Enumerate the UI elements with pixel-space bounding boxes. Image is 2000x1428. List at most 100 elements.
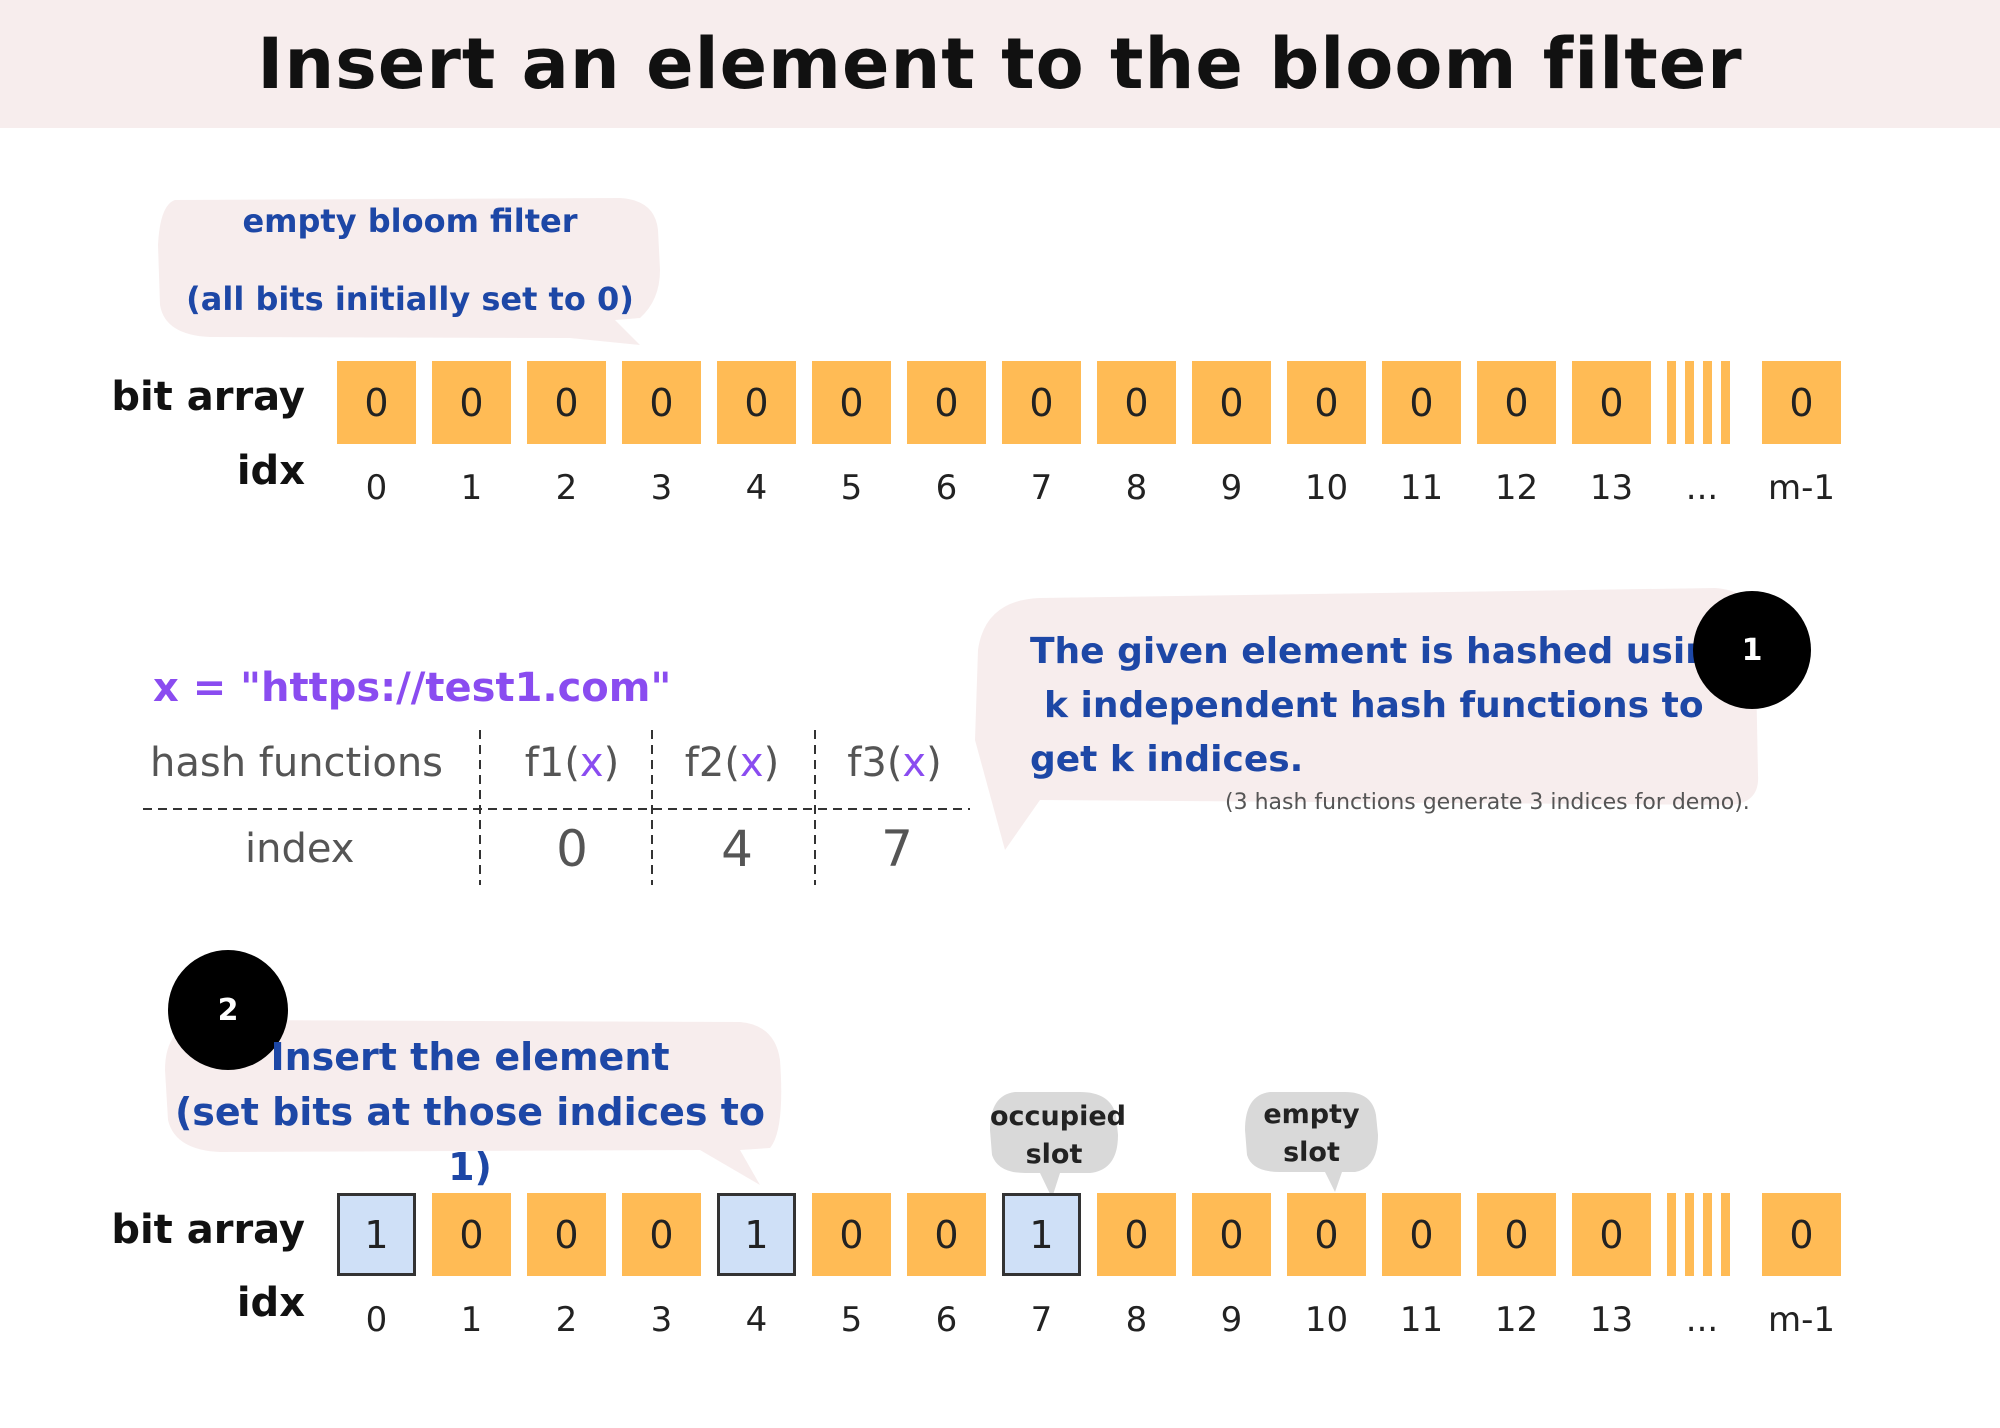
bit-cell: 0 — [432, 361, 511, 444]
bit-index-label: 5 — [840, 1300, 863, 1340]
element-expression: x = "https://test1.com" — [153, 665, 672, 711]
bit-index-label: 0 — [365, 468, 388, 508]
bit-cell: 0 — [1382, 1193, 1461, 1276]
bit-index-label: 10 — [1304, 1300, 1349, 1340]
occupied-slot-tag-line2: slot — [1025, 1139, 1083, 1170]
bit-index-label: 7 — [1030, 468, 1053, 508]
last-index-label: m-1 — [1767, 1300, 1836, 1340]
hash-fn-3-close: ) — [926, 740, 942, 786]
bit-index-label: 6 — [935, 468, 958, 508]
gap-stripe — [1667, 361, 1676, 444]
bit-cell: 0 — [1572, 361, 1651, 444]
hash-fn-1-open: ( — [564, 740, 580, 786]
gap-stripe — [1721, 361, 1730, 444]
hashing-explain-line1: The given element is hashed using — [1030, 631, 1737, 672]
bit-cell: 0 — [717, 361, 796, 444]
bit-index-label: 9 — [1220, 468, 1243, 508]
bit-index-label: 6 — [935, 1300, 958, 1340]
idx-label: idx — [236, 448, 305, 494]
bit-cell: 0 — [1002, 361, 1081, 444]
ellipsis-index-label: ... — [1685, 1300, 1719, 1340]
gap-stripe — [1703, 361, 1712, 444]
bit-index-label: 11 — [1399, 1300, 1444, 1340]
bit-index-label: 1 — [460, 1300, 483, 1340]
hashing-explain-line3: get k indices. — [1030, 739, 1304, 780]
hash-fn-3-name: f3 — [847, 740, 887, 786]
bit-cell: 1 — [717, 1193, 796, 1276]
insert-note-line2: (set bits at those indices to 1) — [174, 1090, 766, 1189]
bit-cell: 0 — [1287, 361, 1366, 444]
gap-stripe — [1685, 361, 1694, 444]
bit-cell: 0 — [527, 1193, 606, 1276]
gap-stripe — [1721, 1193, 1730, 1276]
last-bit-cell: 0 — [1762, 1193, 1841, 1276]
gap-stripe — [1667, 1193, 1676, 1276]
bit-index-label: 3 — [650, 468, 673, 508]
bit-index-label: 4 — [745, 468, 768, 508]
bit-cell: 0 — [527, 361, 606, 444]
bit-index-label: 3 — [650, 1300, 673, 1340]
bit-index-label: 12 — [1494, 468, 1539, 508]
bit-cell: 0 — [337, 361, 416, 444]
index-label: index — [245, 826, 355, 872]
hash-fn-3: f3(x) — [832, 740, 957, 786]
hash-fn-2: f2(x) — [672, 740, 792, 786]
bit-index-label: 13 — [1589, 1300, 1634, 1340]
bit-index-label: 13 — [1589, 468, 1634, 508]
bit-cell: 0 — [1572, 1193, 1651, 1276]
demo-note: (3 hash functions generate 3 indices for… — [1225, 790, 1750, 815]
bit-cell: 0 — [1192, 1193, 1271, 1276]
bit-index-label: 8 — [1125, 468, 1148, 508]
bit-cell: 0 — [812, 361, 891, 444]
last-index-label: m-1 — [1767, 468, 1836, 508]
occupied-slot-tag-line1: occupied — [990, 1101, 1127, 1132]
gap-stripe — [1685, 1193, 1694, 1276]
bit-index-label: 2 — [555, 468, 578, 508]
bit-index-label: 12 — [1494, 1300, 1539, 1340]
hash-fn-1-name: f1 — [524, 740, 565, 786]
empty-filter-note-line1: empty bloom filter — [242, 202, 578, 240]
bit-cell: 0 — [907, 1193, 986, 1276]
bit-cell: 0 — [622, 361, 701, 444]
insert-note: Insert the element (set bits at those in… — [170, 1030, 770, 1195]
hash-fn-2-name: f2 — [684, 740, 725, 786]
bit-cell: 0 — [1192, 361, 1271, 444]
bit-cell: 0 — [907, 361, 986, 444]
empty-filter-note-line2: (all bits initially set to 0) — [186, 280, 634, 318]
hash-fn-1-close: ) — [603, 740, 620, 786]
empty-slot-tag-line2: slot — [1283, 1137, 1340, 1168]
bit-cell: 1 — [337, 1193, 416, 1276]
hash-index-1: 0 — [556, 820, 588, 878]
hash-index-3: 7 — [881, 820, 913, 878]
hash-fn-2-arg: x — [739, 740, 764, 786]
ellipsis-index-label: ... — [1685, 468, 1719, 508]
hash-fn-3-arg: x — [902, 740, 927, 786]
hash-functions-label: hash functions — [150, 740, 444, 786]
last-bit-cell: 0 — [1762, 361, 1841, 444]
bit-index-label: 2 — [555, 1300, 578, 1340]
empty-filter-note: empty bloom filter (all bits initially s… — [160, 182, 660, 338]
hash-fn-1-arg: x — [579, 740, 604, 786]
bit-cell: 0 — [1382, 361, 1461, 444]
bit-index-label: 1 — [460, 468, 483, 508]
bit-index-label: 7 — [1030, 1300, 1053, 1340]
bit-cell: 0 — [432, 1193, 511, 1276]
empty-slot-tag: empty slot — [1245, 1096, 1378, 1172]
bit-cell: 0 — [1097, 361, 1176, 444]
hash-fn-1: f1(x) — [512, 740, 632, 786]
bit-cell: 0 — [1477, 1193, 1556, 1276]
bit-array-label: bit array — [111, 374, 305, 420]
hashing-explain-line2: k independent hash functions to — [1044, 685, 1704, 726]
hash-fn-3-open: ( — [886, 740, 903, 786]
bit-index-label: 11 — [1399, 468, 1444, 508]
insert-note-line1: Insert the element — [270, 1035, 670, 1079]
bottom-idx-label: idx — [236, 1280, 305, 1326]
bit-cell: 0 — [1477, 361, 1556, 444]
bottom-bit-array-label: bit array — [111, 1207, 305, 1253]
bit-index-label: 10 — [1304, 468, 1349, 508]
bit-index-label: 4 — [745, 1300, 768, 1340]
gap-stripe — [1703, 1193, 1712, 1276]
step-1-badge: 1 — [1693, 591, 1811, 709]
hashing-explain-text: The given element is hashed using k inde… — [1030, 625, 1737, 787]
bit-index-label: 9 — [1220, 1300, 1243, 1340]
